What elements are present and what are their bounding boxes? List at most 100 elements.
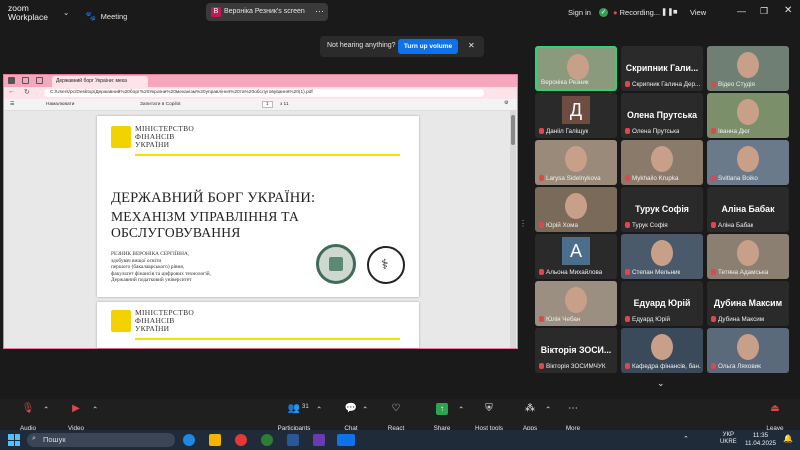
windows-start-icon[interactable] xyxy=(8,434,20,446)
page-total: з 11 xyxy=(280,102,289,107)
close-icon[interactable]: ✕ xyxy=(784,5,792,16)
participant-name: Svitlana Boiko xyxy=(711,175,758,182)
participant-tile[interactable]: Тетяна Адамська xyxy=(707,234,789,279)
participant-tile[interactable]: Кафедра фінансів, бан... xyxy=(621,328,703,373)
tabs-icon[interactable] xyxy=(36,77,43,84)
minimize-icon[interactable]: — xyxy=(737,6,746,16)
participant-tile[interactable]: Едуард Юрій Едуард Юрій xyxy=(621,281,703,326)
browser-tab[interactable]: Державний борг України: меха xyxy=(52,76,148,87)
back-icon[interactable]: ← xyxy=(8,88,15,95)
participant-name: Дубина Максим xyxy=(711,316,764,323)
participant-tile[interactable]: Ольга Ляховик xyxy=(707,328,789,373)
close-icon[interactable]: ✕ xyxy=(468,41,475,50)
mic-muted-icon xyxy=(539,363,544,369)
participant-tile[interactable]: Скрипник Гали... Скрипник Галина Дер... xyxy=(621,46,703,91)
pdf-viewer[interactable]: МІНІСТЕРСТВО ФІНАНСІВ УКРАЇНИ ДЕРЖАВНИЙ … xyxy=(4,111,517,348)
mic-muted-icon xyxy=(711,81,716,87)
pdf-draw-button[interactable]: Намалювати xyxy=(46,102,74,107)
participant-tile[interactable]: Вікторія ЗОСИ... Вікторія ЗОСИМЧУК xyxy=(535,328,617,373)
chevron-up-icon[interactable]: ⌃ xyxy=(362,405,368,414)
turn-up-volume-button[interactable]: Turn up volume xyxy=(398,39,458,54)
refresh-icon[interactable]: ↻ xyxy=(24,88,30,96)
mic-muted-icon xyxy=(711,175,716,181)
view-button[interactable]: View xyxy=(690,8,706,17)
participant-tile[interactable]: А Альона Михайлова xyxy=(535,234,617,279)
participant-tile[interactable]: Д Данііл Галіщук xyxy=(535,93,617,138)
chevron-down-icon[interactable]: ⌄ xyxy=(657,378,665,389)
trident-emblem xyxy=(111,310,131,332)
participant-video xyxy=(565,146,587,172)
mic-muted-icon xyxy=(625,363,630,369)
slide-title-line1: ДЕРЖАВНИЙ БОРГ УКРАЇНИ: xyxy=(111,190,316,206)
participant-tile[interactable]: Відео Студія xyxy=(707,46,789,91)
file-explorer-icon[interactable] xyxy=(209,434,221,446)
settings-icon[interactable]: ⚙ xyxy=(504,101,508,106)
chrome-profile-icon[interactable] xyxy=(261,434,273,446)
pause-recording-icon[interactable]: ❚❚ xyxy=(661,7,674,16)
ministry-header: МІНІСТЕРСТВО ФІНАНСІВ УКРАЇНИ xyxy=(135,124,195,149)
participant-video xyxy=(737,334,759,360)
word-icon[interactable] xyxy=(287,434,299,446)
participant-tile[interactable]: Вероніка Резник xyxy=(535,46,617,91)
scrollbar[interactable] xyxy=(510,111,516,348)
more-icon[interactable]: ⋯ xyxy=(315,6,324,17)
divider-handle-icon[interactable]: ⋮ xyxy=(519,219,527,228)
participant-tile[interactable]: Турук Софія Турук Софія xyxy=(621,187,703,232)
chevron-up-icon[interactable]: ⌃ xyxy=(43,405,49,414)
chrome-icon[interactable] xyxy=(235,434,247,446)
copilot-button[interactable]: Запитати в Copilot xyxy=(140,102,181,107)
top-bar: zoom Workplace ⌄ 🐾 Meeting В Вероніка Ре… xyxy=(0,0,800,28)
participant-tile[interactable]: Юрій Хома xyxy=(535,187,617,232)
chevron-up-icon[interactable]: ⌃ xyxy=(92,405,98,414)
avatar: В xyxy=(211,7,221,17)
shield-check-icon: ✓ xyxy=(599,8,608,17)
tabs-icon[interactable] xyxy=(22,77,29,84)
participant-video xyxy=(565,193,587,219)
yellow-divider xyxy=(135,338,400,340)
audio-notification: Not hearing anything? Turn up volume ✕ xyxy=(320,36,484,57)
faculty-seal: ⚕ xyxy=(367,246,405,284)
participant-tile[interactable]: Юлія Чебан xyxy=(535,281,617,326)
screen-share-indicator[interactable]: В Вероніка Резник's screen ⋯ xyxy=(206,3,328,21)
participant-tile[interactable]: Mykhailo Krupka xyxy=(621,140,703,185)
pdf-page: МІНІСТЕРСТВО ФІНАНСІВ УКРАЇНИ xyxy=(97,302,419,348)
signin-link[interactable]: Sign in xyxy=(568,8,591,17)
maximize-icon[interactable]: ❐ xyxy=(760,6,768,17)
language-indicator[interactable]: УКР UKRE xyxy=(720,432,737,446)
participant-name: Едуард Юрій xyxy=(625,316,670,323)
video-off-icon: ▶ xyxy=(72,403,80,414)
chevron-up-icon[interactable]: ⌃ xyxy=(683,435,689,443)
notification-icon[interactable]: 🔔 xyxy=(783,434,793,443)
participant-tile[interactable]: Олена Прутська Олена Прутська xyxy=(621,93,703,138)
windows-taskbar: ⌕ Пошук ⌃ УКР UKRE 11:35 11.04.2025 🔔 xyxy=(0,430,800,450)
chevron-down-icon[interactable]: ⌄ xyxy=(63,8,69,17)
chat-icon: 💬 xyxy=(344,403,358,414)
system-clock[interactable]: 11:35 11.04.2025 xyxy=(745,432,776,448)
participant-tile[interactable]: Степан Мельник xyxy=(621,234,703,279)
window-icon[interactable] xyxy=(8,77,15,84)
meeting-menu[interactable]: 🐾 Meeting xyxy=(85,6,127,24)
participant-tile[interactable]: Аліна Бабак Аліна Бабак xyxy=(707,187,789,232)
chevron-up-icon[interactable]: ⌃ xyxy=(316,405,322,414)
participant-tile[interactable]: Svitlana Boiko xyxy=(707,140,789,185)
pdf-page: МІНІСТЕРСТВО ФІНАНСІВ УКРАЇНИ ДЕРЖАВНИЙ … xyxy=(97,116,419,297)
participant-tile[interactable]: Іванна Дюг xyxy=(707,93,789,138)
participant-display-name: Едуард Юрій xyxy=(633,298,691,308)
taskbar-search[interactable]: ⌕ Пошук xyxy=(27,433,175,447)
participant-video xyxy=(567,54,589,80)
stop-recording-icon[interactable]: ■ xyxy=(673,7,678,16)
zoom-taskbar-icon[interactable] xyxy=(337,434,355,446)
trident-emblem xyxy=(111,126,131,148)
participant-name: Аліна Бабак xyxy=(711,222,753,229)
edge-icon[interactable] xyxy=(183,434,195,446)
participant-video xyxy=(737,240,759,266)
list-icon[interactable]: ☰ xyxy=(10,102,14,107)
teams-icon[interactable] xyxy=(313,434,325,446)
participant-name: Ольга Ляховик xyxy=(711,363,761,370)
url-field[interactable]: C:/Users/pc/Desktop/Державний%20борг%20У… xyxy=(44,89,484,97)
participant-name: Larysa Sidelnykova xyxy=(539,175,601,182)
page-number-input[interactable]: 1 xyxy=(262,101,273,108)
recording-status[interactable]: ● Recording... xyxy=(613,8,660,17)
participant-tile[interactable]: Дубина Максим Дубина Максим xyxy=(707,281,789,326)
participant-tile[interactable]: Larysa Sidelnykova xyxy=(535,140,617,185)
